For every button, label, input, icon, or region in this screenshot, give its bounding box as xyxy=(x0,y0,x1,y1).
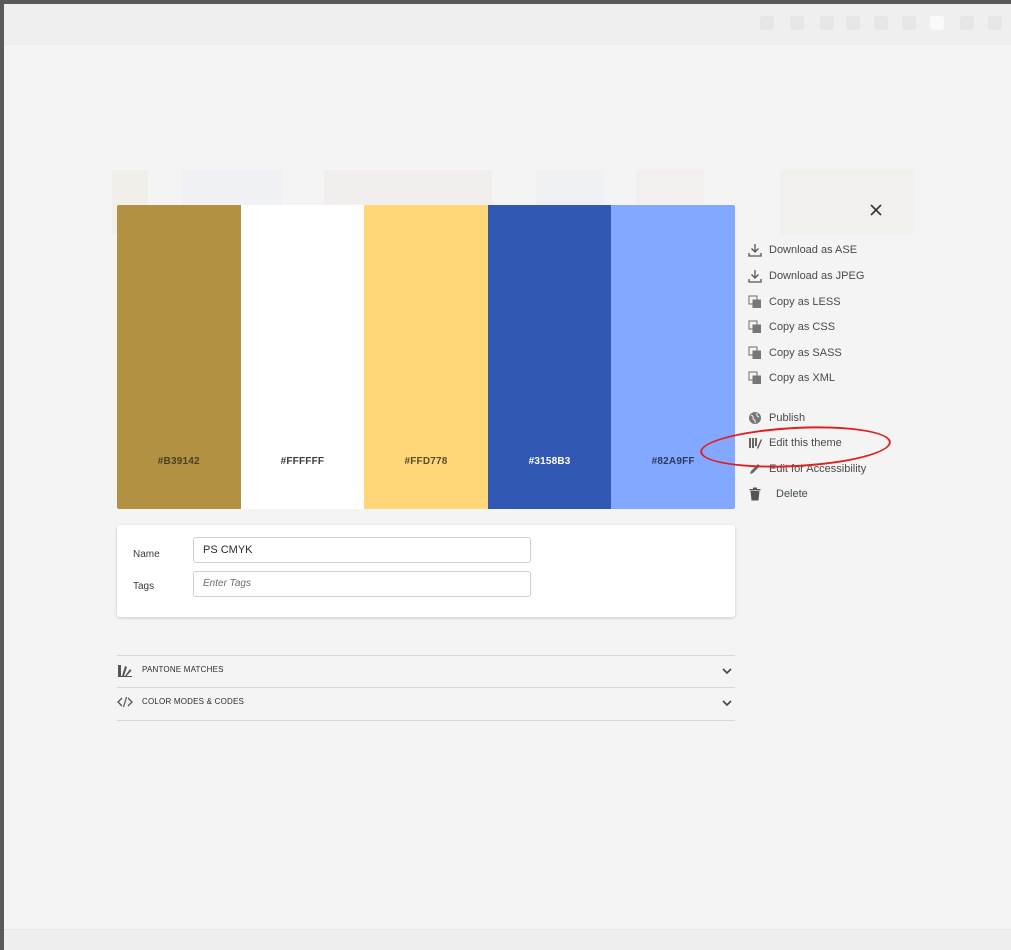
background-cloud-icon xyxy=(820,16,834,30)
pantone-fan-icon xyxy=(118,665,132,677)
copy-icon xyxy=(748,346,761,359)
background-apps-icon xyxy=(874,16,888,30)
theme-palette: #B39142 #FFFFFF #FFD778 #3158B3 #82A9FF xyxy=(117,205,735,509)
swatch-hex-label: #FFFFFF xyxy=(280,456,325,467)
background-help-icon xyxy=(846,16,860,30)
background-header xyxy=(4,4,1011,45)
copy-xml-label: Copy as XML xyxy=(769,372,836,384)
swatch-hex-label: #3158B3 xyxy=(528,456,571,467)
background-search-icon xyxy=(760,16,774,30)
pantone-matches-label: PANTONE MATCHES xyxy=(142,665,224,674)
pantone-matches-section[interactable]: PANTONE MATCHES xyxy=(117,655,735,688)
globe-icon xyxy=(749,412,761,424)
color-swatch-2[interactable]: #FFFFFF xyxy=(240,205,365,509)
name-label: Name xyxy=(133,549,160,560)
download-icon xyxy=(748,270,762,283)
background-footer xyxy=(4,929,1011,950)
close-icon[interactable] xyxy=(868,202,884,218)
background-avatar-icon xyxy=(930,16,944,30)
copy-icon xyxy=(748,295,761,308)
download-ase-label: Download as ASE xyxy=(769,244,858,256)
swatch-hex-label: #FFD778 xyxy=(404,456,448,467)
background-grid-icon xyxy=(902,16,916,30)
color-swatch-4[interactable]: #3158B3 xyxy=(487,205,612,509)
delete-label: Delete xyxy=(776,488,808,500)
download-jpeg-label: Download as JPEG xyxy=(769,270,865,282)
tags-field[interactable]: Enter Tags xyxy=(193,571,531,597)
app-window: #B39142 #FFFFFF #FFD778 #3158B3 #82A9FF … xyxy=(4,4,1011,950)
trash-icon xyxy=(749,487,761,501)
color-modes-label: COLOR MODES & CODES xyxy=(142,697,245,706)
background-pen-icon xyxy=(790,16,804,30)
background-thumb xyxy=(780,170,914,234)
swatch-hex-label: #B39142 xyxy=(157,456,200,467)
copy-less-label: Copy as LESS xyxy=(769,296,841,308)
copy-sass-label: Copy as SASS xyxy=(769,347,842,359)
copy-icon xyxy=(748,371,761,384)
theme-details-card: Name PS CMYK Tags Enter Tags xyxy=(117,525,735,617)
copy-icon xyxy=(748,320,761,333)
code-brackets-icon xyxy=(117,696,133,708)
color-swatch-3[interactable]: #FFD778 xyxy=(364,205,488,509)
background-menu-icon xyxy=(988,16,1002,30)
name-field[interactable]: PS CMYK xyxy=(193,537,531,563)
download-icon xyxy=(748,244,762,257)
chevron-down-icon[interactable] xyxy=(721,697,733,709)
tags-label: Tags xyxy=(133,581,155,592)
color-modes-section[interactable]: COLOR MODES & CODES xyxy=(117,687,735,721)
color-swatch-5[interactable]: #82A9FF xyxy=(611,205,735,509)
publish-label: Publish xyxy=(769,412,806,424)
copy-css-label: Copy as CSS xyxy=(769,321,836,333)
background-bell-icon xyxy=(960,16,974,30)
chevron-down-icon[interactable] xyxy=(721,665,733,677)
color-swatch-1[interactable]: #B39142 xyxy=(117,205,241,509)
